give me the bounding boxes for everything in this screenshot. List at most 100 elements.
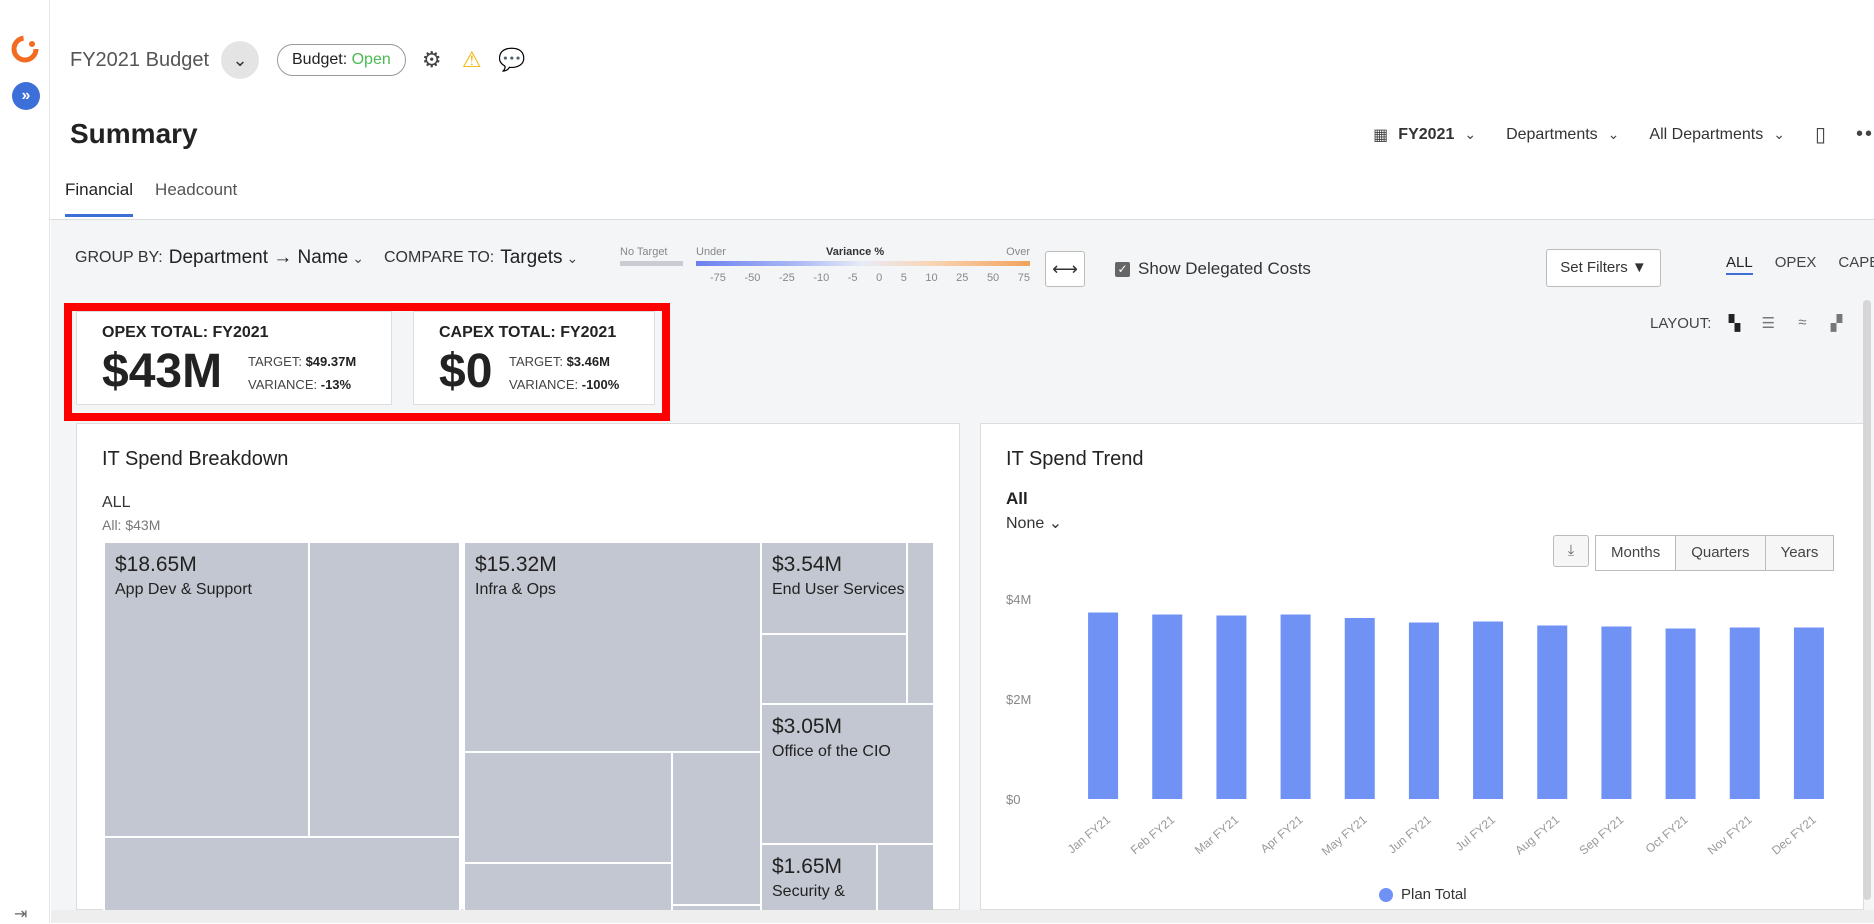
bar-dec-fy21[interactable] [1793, 627, 1824, 800]
set-filters-button[interactable]: Set Filters ▼ [1546, 249, 1661, 287]
filter-icon: ▼ [1631, 259, 1647, 276]
toolbar: GROUP BY: Department → Name ⌄ COMPARE TO… [75, 247, 579, 269]
bottom-strip [51, 910, 1874, 923]
no-target-swatch [620, 261, 683, 266]
y-tick-label: $2M [1006, 692, 1031, 707]
y-tick-label: $4M [1006, 592, 1031, 607]
gear-icon[interactable]: ⚙ [418, 46, 446, 74]
chart-legend: Plan Total [1379, 886, 1467, 903]
treemap-cell[interactable] [906, 541, 933, 705]
bar-mar-fy21[interactable] [1216, 615, 1247, 800]
group-by-select[interactable]: Department → Name [169, 247, 349, 269]
x-tick-label: Oct FY21 [1643, 812, 1691, 856]
x-tick-label: Aug FY21 [1512, 812, 1562, 857]
comment-icon[interactable]: 💬 [498, 46, 526, 74]
segment-months[interactable]: Months [1595, 535, 1677, 571]
segment-years[interactable]: Years [1765, 535, 1835, 571]
budget-dropdown-button[interactable]: ⌄ [221, 41, 259, 79]
left-rail: » ⇥ [0, 0, 50, 923]
more-icon[interactable]: •• [1856, 123, 1874, 146]
logout-icon[interactable]: ⇥ [14, 904, 34, 923]
it-spend-breakdown-panel: IT Spend Breakdown ALL All: $43M $18.65M… [76, 423, 960, 911]
treemap-cell-infra-ops[interactable]: $15.32M Infra & Ops [463, 541, 762, 753]
treemap-cell-end-user-services[interactable]: $3.54M End User Services [760, 541, 908, 635]
it-spend-trend-panel: IT Spend Trend All None ⌄ ⤓ Months Quart… [980, 423, 1864, 910]
chevron-down-icon: ⌄ [1607, 126, 1620, 142]
bar-jun-fy21[interactable] [1408, 622, 1439, 800]
treemap-cell-app-dev[interactable]: $18.65M App Dev & Support [103, 541, 310, 838]
grid-layout-icon[interactable]: ▚ [1723, 314, 1745, 332]
mixed-layout-icon[interactable]: ▞ [1825, 314, 1847, 332]
cost-type-tabs: ALL OPEX CAPEX [1726, 254, 1874, 275]
treemap-cell-security[interactable]: $1.65M Security & [760, 843, 878, 911]
list-layout-icon[interactable]: ☰ [1757, 314, 1779, 332]
bar-nov-fy21[interactable] [1729, 627, 1760, 800]
trend-bar-chart: $0 $2M $4M Jan FY21 Feb FY21 Mar FY21 Apr FY21… [1006, 592, 1824, 858]
treemap: $18.65M App Dev & Support $15.32M Infra … [103, 541, 933, 911]
y-tick-label: $0 [1006, 792, 1020, 807]
treemap-cell[interactable] [308, 541, 461, 838]
scope-selector[interactable]: All Departments ⌄ [1649, 126, 1785, 144]
chevron-down-icon: ⌄ [1464, 126, 1477, 142]
bar-aug-fy21[interactable] [1537, 625, 1568, 800]
tab-headcount[interactable]: Headcount [155, 180, 237, 217]
treemap-cell-office-of-cio[interactable]: $3.05M Office of the CIO [760, 703, 933, 845]
wave-layout-icon[interactable]: ≈ [1791, 314, 1813, 332]
tab-all[interactable]: ALL [1726, 254, 1753, 275]
group-select[interactable]: None ⌄ [1006, 513, 1062, 533]
variance-legend: No Target Under Variance % Over -75 -50 … [620, 246, 1030, 284]
chevron-down-icon: ⌄ [1048, 515, 1063, 532]
bar-may-fy21[interactable] [1344, 618, 1375, 799]
x-tick-label: May FY21 [1319, 812, 1370, 858]
swap-arrows-icon[interactable]: ⟷ [1045, 251, 1085, 287]
budget-status-badge[interactable]: Budget: Open [277, 44, 406, 76]
variance-gradient [696, 261, 1030, 266]
treemap-cell[interactable] [760, 633, 908, 705]
treemap-cell[interactable] [463, 862, 673, 911]
bar-sep-fy21[interactable] [1601, 626, 1632, 800]
bar-feb-fy21[interactable] [1152, 614, 1183, 800]
bar-jul-fy21[interactable] [1473, 621, 1504, 800]
treemap-cell[interactable] [103, 836, 461, 911]
bar-apr-fy21[interactable] [1280, 614, 1311, 800]
chevron-down-icon[interactable]: ⌄ [352, 250, 364, 267]
treemap-cell[interactable] [463, 751, 673, 864]
bookmark-icon[interactable]: ▯ [1815, 122, 1826, 147]
period-selector[interactable]: ▦ FY2021 ⌄ [1373, 125, 1476, 145]
treemap-cell[interactable] [671, 751, 762, 906]
chevron-down-icon: ⌄ [232, 49, 248, 70]
highlight-box [64, 303, 670, 421]
tab-bar: Financial Headcount [65, 180, 237, 217]
compare-to-select[interactable]: Targets [500, 247, 562, 269]
tab-financial[interactable]: Financial [65, 180, 134, 217]
show-delegated-costs-toggle[interactable]: ✓ Show Delegated Costs [1115, 259, 1311, 279]
x-tick-label: Jan FY21 [1065, 812, 1114, 856]
x-tick-label: Nov FY21 [1705, 812, 1755, 857]
layout-switcher: LAYOUT: ▚ ☰ ≈ ▞ [1650, 314, 1847, 332]
x-tick-label: Feb FY21 [1128, 812, 1178, 857]
expand-sidebar-icon[interactable]: » [12, 82, 40, 110]
segment-quarters[interactable]: Quarters [1676, 535, 1766, 571]
variance-ticks: -75 -50 -25 -10 -5 0 5 10 25 50 75 [710, 272, 1030, 284]
tab-opex[interactable]: OPEX [1775, 254, 1817, 275]
budget-title: FY2021 Budget [70, 48, 209, 71]
x-tick-label: Mar FY21 [1192, 812, 1242, 857]
app-logo-icon[interactable] [10, 34, 40, 64]
treemap-cell[interactable] [876, 843, 933, 911]
x-tick-label: Apr FY21 [1258, 812, 1306, 856]
dimension-selector[interactable]: Departments ⌄ [1506, 126, 1619, 144]
bar-jan-fy21[interactable] [1088, 612, 1119, 800]
chevron-down-icon[interactable]: ⌄ [567, 250, 579, 267]
page-title: Summary [70, 118, 198, 149]
chevron-down-icon: ⌄ [1773, 126, 1785, 142]
warning-icon[interactable]: ⚠ [458, 46, 486, 74]
checkbox-checked-icon[interactable]: ✓ [1115, 261, 1130, 277]
scrollbar[interactable] [1863, 300, 1871, 900]
x-tick-label: Sep FY21 [1576, 812, 1626, 857]
calendar-icon: ▦ [1373, 126, 1389, 144]
x-tick-label: Dec FY21 [1769, 812, 1819, 857]
budget-status-value: Open [351, 51, 391, 68]
bar-oct-fy21[interactable] [1665, 628, 1696, 800]
tab-capex[interactable]: CAPEX [1838, 254, 1874, 275]
download-icon[interactable]: ⤓ [1553, 535, 1589, 567]
